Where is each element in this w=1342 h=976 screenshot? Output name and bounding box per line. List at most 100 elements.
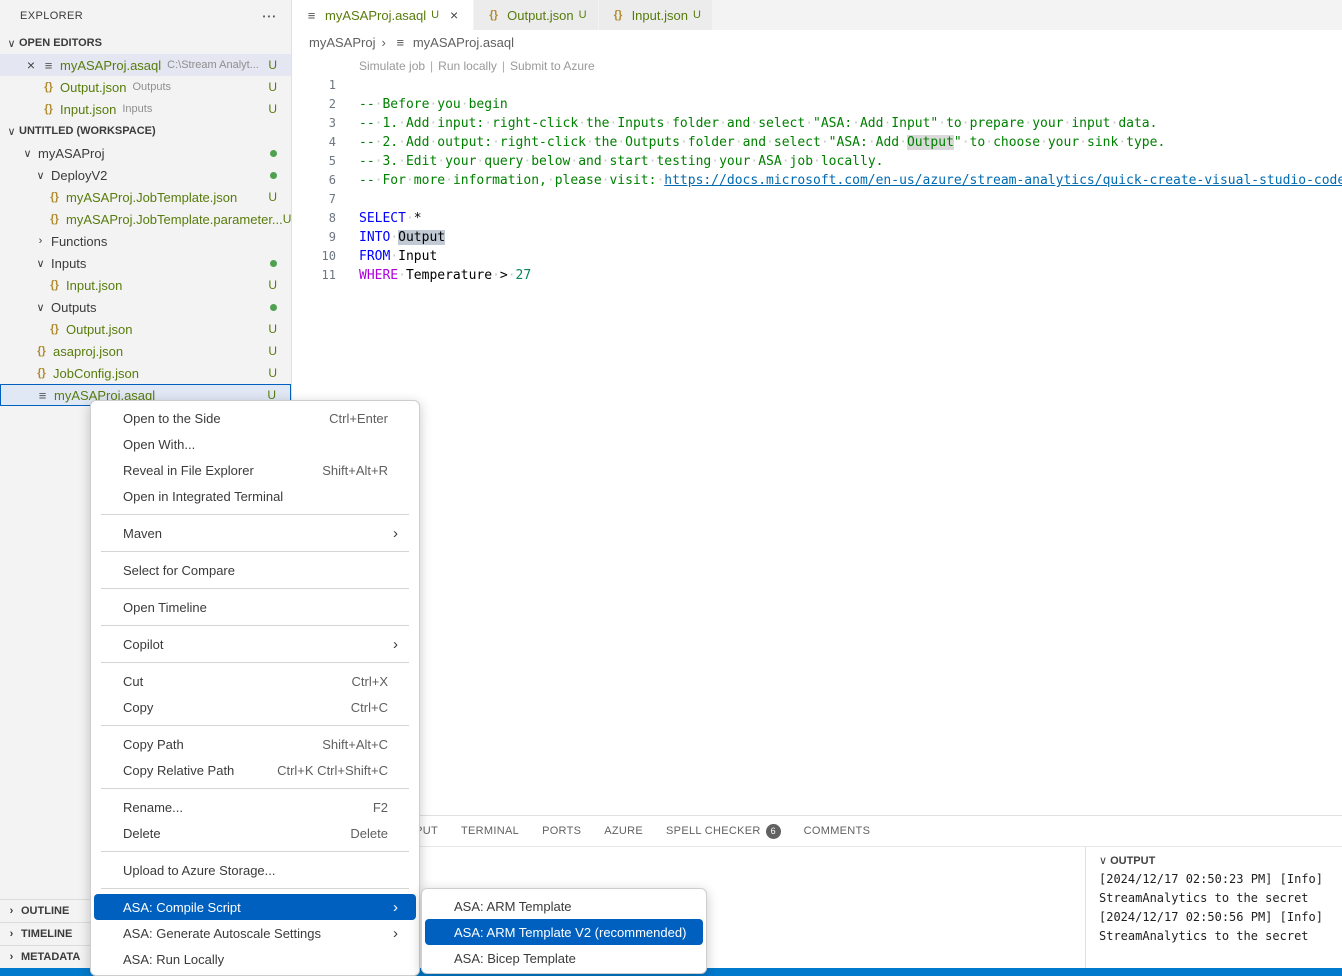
code-editor[interactable]: Simulate job|Run locally|Submit to Azure… — [292, 55, 1342, 815]
whitespace-dot: · — [429, 116, 437, 131]
whitespace-dot: · — [375, 154, 383, 169]
untracked-badge: U — [268, 102, 277, 116]
menu-item-shortcut: Shift+Alt+R — [322, 463, 406, 478]
menu-item-asa-arm-template-v2-recommended[interactable]: ASA: ARM Template V2 (recommended) — [425, 919, 703, 945]
menu-item-delete[interactable]: DeleteDelete — [94, 820, 416, 846]
codelens-run-locally[interactable]: Run locally — [438, 59, 497, 73]
code-line[interactable]: 8SELECT·* — [292, 209, 1342, 228]
menu-item-open-timeline[interactable]: Open Timeline — [94, 594, 416, 620]
output-section-header[interactable]: ∨ OUTPUT — [1099, 854, 1342, 867]
json-icon: {} — [46, 279, 63, 291]
chevron-down-icon: ∨ — [33, 169, 48, 182]
menu-item-asa-bicep-template[interactable]: ASA: Bicep Template — [425, 945, 703, 971]
menu-item-copilot[interactable]: Copilot› — [94, 631, 416, 657]
code-line[interactable]: 1 — [292, 76, 1342, 95]
file-myasaproj-jobtemplate-json[interactable]: {}myASAProj.JobTemplate.jsonU — [0, 186, 291, 208]
whitespace-dot: · — [719, 116, 727, 131]
panel-tab-azure[interactable]: AZURE — [604, 825, 643, 837]
menu-item-asa-compile-script[interactable]: ASA: Compile Script› — [94, 894, 416, 920]
whitespace-dot: · — [899, 135, 907, 150]
whitespace-dot: · — [962, 116, 970, 131]
close-icon[interactable]: × — [446, 7, 462, 23]
menu-item-copy-path[interactable]: Copy PathShift+Alt+C — [94, 731, 416, 757]
panel-tab-comments[interactable]: COMMENTS — [804, 825, 871, 837]
code-line[interactable]: 7 — [292, 190, 1342, 209]
workspace-header[interactable]: ∨ UNTITLED (WORKSPACE) — [0, 120, 291, 142]
breadcrumb-item-myasaproj-asaql[interactable]: ≡myASAProj.asaql — [392, 35, 514, 50]
open-editor-myasaproj-asaql[interactable]: ×≡myASAProj.asaqlC:\Stream Analyt...U — [0, 54, 291, 76]
breadcrumb-label: myASAProj.asaql — [413, 35, 514, 50]
file-asaproj-json[interactable]: {}asaproj.jsonU — [0, 340, 291, 362]
menu-item-copy-relative-path[interactable]: Copy Relative PathCtrl+K Ctrl+Shift+C — [94, 757, 416, 783]
menu-item-upload-to-azure-storage[interactable]: Upload to Azure Storage... — [94, 857, 416, 883]
untracked-badge: U — [579, 9, 587, 21]
open-editor-output-json[interactable]: {}Output.jsonOutputsU — [0, 76, 291, 98]
menu-item-copy[interactable]: CopyCtrl+C — [94, 694, 416, 720]
file-jobconfig-json[interactable]: {}JobConfig.jsonU — [0, 362, 291, 384]
code-line[interactable]: 3--·1.·Add·input:·right-click·the·Inputs… — [292, 114, 1342, 133]
panel-tab-spell-checker[interactable]: SPELL CHECKER6 — [666, 824, 781, 839]
line-number: 4 — [292, 133, 336, 152]
menu-item-asa-generate-autoscale-settings[interactable]: ASA: Generate Autoscale Settings› — [94, 920, 416, 946]
whitespace-dot: · — [852, 116, 860, 131]
submenu-arrow-icon: › — [393, 636, 406, 653]
code-line[interactable]: 10FROM·Input — [292, 247, 1342, 266]
code-line[interactable]: 4--·2.·Add·output:·right-click·the·Outpu… — [292, 133, 1342, 152]
folder-outputs[interactable]: ∨Outputs — [0, 296, 291, 318]
whitespace-dot: · — [1064, 116, 1072, 131]
file-lines-icon: ≡ — [40, 58, 57, 73]
menu-item-asa-arm-template[interactable]: ASA: ARM Template — [425, 893, 703, 919]
folder-functions[interactable]: ›Functions — [0, 230, 291, 252]
menu-item-shortcut: Ctrl+X — [352, 674, 406, 689]
open-editors-header[interactable]: ∨ OPEN EDITORS — [0, 32, 291, 54]
tab-output-json[interactable]: {}Output.jsonU — [474, 0, 598, 30]
whitespace-dot: · — [821, 135, 829, 150]
codelens-submit-to-azure[interactable]: Submit to Azure — [510, 59, 595, 73]
tab-myasaproj-asaql[interactable]: ≡myASAProj.asaqlU× — [292, 0, 474, 30]
menu-separator — [101, 851, 409, 852]
folder-myasaproj[interactable]: ∨myASAProj — [0, 142, 291, 164]
code-line[interactable]: 11WHERE·Temperature·>·27 — [292, 266, 1342, 285]
folder-inputs[interactable]: ∨Inputs — [0, 252, 291, 274]
code-line[interactable]: 2--·Before·you·begin — [292, 95, 1342, 114]
menu-item-cut[interactable]: CutCtrl+X — [94, 668, 416, 694]
untracked-badge: U — [268, 58, 277, 72]
panel-tab-terminal[interactable]: TERMINAL — [461, 825, 519, 837]
open-editor-input-json[interactable]: {}Input.jsonInputsU — [0, 98, 291, 120]
menu-item-rename[interactable]: Rename...F2 — [94, 794, 416, 820]
file-name: myASAProj.asaql — [60, 58, 161, 73]
menu-item-reveal-in-file-explorer[interactable]: Reveal in File ExplorerShift+Alt+R — [94, 457, 416, 483]
menu-item-open-in-integrated-terminal[interactable]: Open in Integrated Terminal — [94, 483, 416, 509]
menu-item-label: Copy Relative Path — [123, 763, 234, 778]
whitespace-dot: · — [476, 154, 484, 169]
whitespace-dot: · — [406, 211, 414, 226]
output-log: [2024/12/17 02:50:23 PM] [Info]StreamAna… — [1099, 870, 1342, 946]
whitespace-dot: · — [750, 154, 758, 169]
more-actions-icon[interactable]: ⋯ — [262, 7, 277, 25]
code-line[interactable]: 9INTO·Output — [292, 228, 1342, 247]
file-myasaproj-jobtemplate-parameter[interactable]: {}myASAProj.JobTemplate.parameter...U — [0, 208, 291, 230]
codelens-simulate-job[interactable]: Simulate job — [359, 59, 425, 73]
menu-item-maven[interactable]: Maven› — [94, 520, 416, 546]
menu-item-open-to-the-side[interactable]: Open to the SideCtrl+Enter — [94, 405, 416, 431]
menu-item-open-with[interactable]: Open With... — [94, 431, 416, 457]
file-output-json[interactable]: {}Output.jsonU — [0, 318, 291, 340]
menu-separator — [101, 788, 409, 789]
tab-input-json[interactable]: {}Input.jsonU — [599, 0, 713, 30]
code-token: 27 — [516, 268, 532, 283]
menu-item-label: ASA: ARM Template V2 (recommended) — [454, 925, 686, 940]
whitespace-dot: · — [437, 154, 445, 169]
menu-item-select-for-compare[interactable]: Select for Compare — [94, 557, 416, 583]
panel-tab-label: SPELL CHECKER — [666, 825, 761, 837]
file-input-json[interactable]: {}Input.jsonU — [0, 274, 291, 296]
menu-item-asa-run-locally[interactable]: ASA: Run Locally — [94, 946, 416, 972]
whitespace-dot: · — [492, 268, 500, 283]
close-icon[interactable]: × — [22, 57, 40, 73]
folder-deployv2[interactable]: ∨DeployV2 — [0, 164, 291, 186]
whitespace-dot: · — [1118, 135, 1126, 150]
code-line[interactable]: 5--·3.·Edit·your·query·below·and·start·t… — [292, 152, 1342, 171]
chevron-down-icon: ∨ — [33, 301, 48, 314]
breadcrumb-item-myasaproj[interactable]: myASAProj — [309, 35, 375, 50]
panel-tab-ports[interactable]: PORTS — [542, 825, 581, 837]
code-line[interactable]: 6--·For·more·information,·please·visit:·… — [292, 171, 1342, 190]
